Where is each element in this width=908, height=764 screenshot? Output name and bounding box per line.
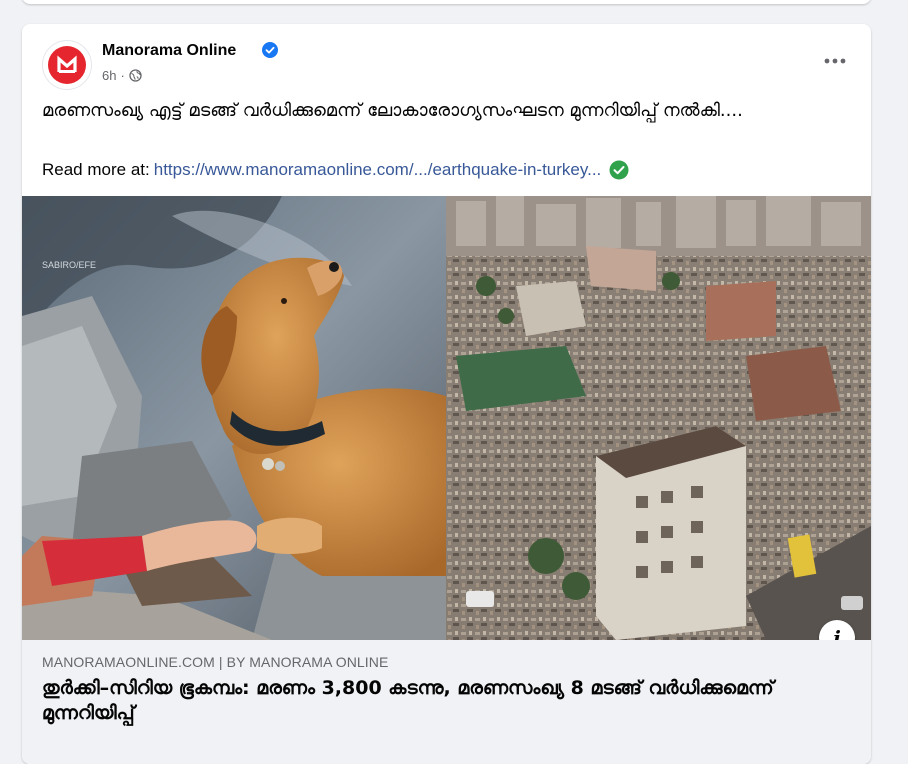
more-options-button[interactable]	[817, 46, 853, 76]
link-headline[interactable]: തുർക്കി–സിറിയ ഭൂകമ്പം: മരണം 3,800 കടന്നു…	[42, 676, 842, 726]
photo-watermark: SABIRO/EFE	[42, 260, 96, 270]
link-preview[interactable]: MANORAMAONLINE.COM | BY MANORAMA ONLINE …	[22, 640, 871, 764]
post-card: Manorama Online 6h · മരണസംഖ്യ എട്ട് മടങ്…	[22, 24, 871, 764]
page-avatar[interactable]	[42, 40, 92, 90]
green-check-icon	[609, 160, 629, 180]
post-image[interactable]: SABIRO/EFE	[22, 196, 871, 640]
more-horizontal-icon	[824, 58, 846, 64]
post-meta: 6h ·	[102, 68, 142, 83]
article-link[interactable]: https://www.manoramaonline.com/.../earth…	[154, 160, 602, 180]
previous-post-card	[22, 0, 871, 4]
post-time[interactable]: 6h	[102, 68, 116, 83]
read-more-prefix: Read more at:	[42, 160, 150, 179]
page-name[interactable]: Manorama Online	[102, 42, 236, 60]
read-more-line: Read more at: https://www.manoramaonline…	[42, 160, 629, 180]
globe-icon[interactable]	[129, 69, 142, 82]
manorama-logo-icon	[48, 46, 86, 84]
link-domain: MANORAMAONLINE.COM | BY MANORAMA ONLINE	[42, 654, 389, 670]
verified-badge-icon	[262, 42, 278, 58]
rescue-dog-photo: SABIRO/EFE	[22, 196, 446, 640]
post-text: മരണസംഖ്യ എട്ട് മടങ്ങ് വർധിക്കുമെന്ന് ലോക…	[42, 100, 743, 121]
meta-separator: ·	[120, 68, 125, 83]
earthquake-aerial-photo	[446, 196, 871, 640]
